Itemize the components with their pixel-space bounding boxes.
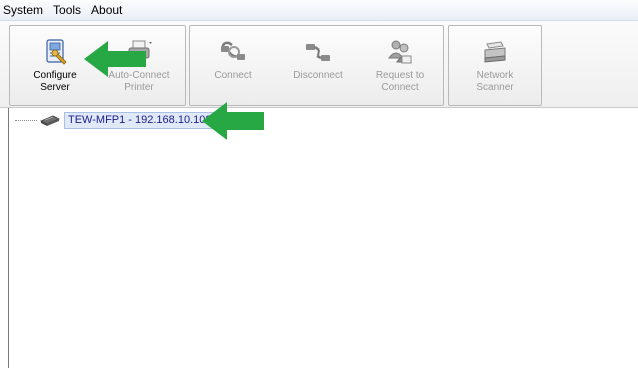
disconnect-icon bbox=[306, 44, 330, 61]
connect-icon bbox=[221, 41, 245, 60]
toolbar-group-connection: Connect Disconnect Request to Connect bbox=[189, 25, 444, 106]
network-scanner-button[interactable]: Network Scanner bbox=[453, 26, 537, 105]
annotation-arrow-left-icon bbox=[84, 41, 146, 77]
menu-tools[interactable]: Tools bbox=[48, 1, 86, 19]
connect-label: Connect bbox=[214, 70, 252, 81]
menu-bar: System Tools About bbox=[0, 0, 638, 21]
toolbar-group-scanner: Network Scanner bbox=[448, 25, 542, 106]
network-scanner-label: Network Scanner bbox=[476, 70, 514, 93]
request-to-connect-label: Request to Connect bbox=[375, 70, 425, 93]
server-device-icon bbox=[40, 115, 60, 126]
request-to-connect-button[interactable]: Request to Connect bbox=[360, 26, 440, 105]
scanner-icon bbox=[484, 41, 506, 63]
annotation-arrow-shape bbox=[84, 41, 146, 77]
menu-system[interactable]: System bbox=[0, 1, 48, 19]
disconnect-label: Disconnect bbox=[293, 70, 343, 81]
configure-server-label: Configure Server bbox=[33, 70, 77, 93]
annotation-arrow-left-icon bbox=[202, 102, 264, 140]
annotation-arrow-shape bbox=[202, 102, 264, 140]
tree-connector-line bbox=[15, 119, 37, 121]
configure-server-icon bbox=[46, 39, 67, 65]
menu-about[interactable]: About bbox=[86, 1, 127, 19]
request-connect-icon bbox=[388, 40, 412, 64]
tree-item-server[interactable]: TEW-MFP1 - 192.168.10.102 bbox=[9, 110, 216, 130]
device-tree[interactable]: TEW-MFP1 - 192.168.10.102 bbox=[8, 108, 638, 368]
tree-item-label: TEW-MFP1 - 192.168.10.102 bbox=[64, 111, 216, 129]
disconnect-button[interactable]: Disconnect bbox=[278, 26, 358, 105]
connect-button[interactable]: Connect bbox=[194, 26, 272, 105]
